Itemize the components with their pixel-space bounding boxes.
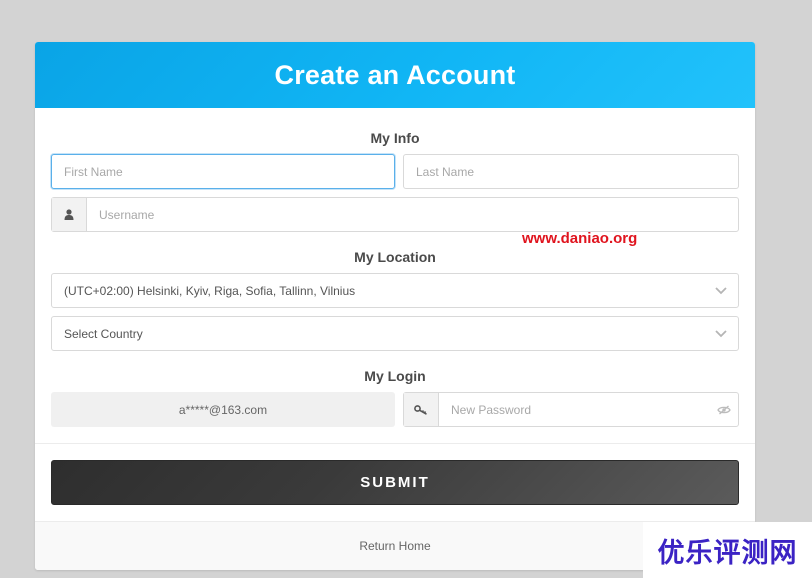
watermark-url-text: www.daniao.org: [522, 230, 638, 247]
first-name-input[interactable]: [52, 155, 394, 188]
timezone-select[interactable]: (UTC+02:00) Helsinki, Kyiv, Riga, Sofia,…: [51, 273, 739, 308]
eye-slash-icon[interactable]: [711, 405, 738, 415]
return-home-link[interactable]: Return Home: [359, 539, 430, 553]
signup-card: Create an Account My Info My Location (U…: [35, 42, 755, 570]
password-field[interactable]: [403, 392, 739, 427]
card-header: Create an Account: [35, 42, 755, 108]
section-title-my-login: My Login: [364, 368, 426, 384]
country-selected-value: Select Country: [64, 326, 143, 341]
email-display: a*****@163.com: [51, 392, 395, 427]
username-field[interactable]: [51, 197, 739, 232]
first-name-field[interactable]: [51, 154, 395, 189]
page-title: Create an Account: [274, 59, 516, 90]
last-name-input[interactable]: [404, 155, 738, 188]
watermark-cn-text: 优乐评测网: [643, 522, 812, 578]
chevron-down-icon: [704, 286, 738, 295]
new-password-input[interactable]: [439, 393, 711, 426]
timezone-selected-value: (UTC+02:00) Helsinki, Kyiv, Riga, Sofia,…: [64, 283, 356, 298]
country-select[interactable]: Select Country: [51, 316, 739, 351]
section-title-my-location: My Location: [354, 249, 436, 265]
section-divider: [35, 443, 755, 444]
submit-button[interactable]: SUBMIT: [51, 460, 739, 505]
chevron-down-icon: [704, 329, 738, 338]
user-icon: [52, 198, 87, 231]
username-input[interactable]: [87, 198, 738, 231]
key-icon: [404, 393, 439, 426]
section-title-my-info: My Info: [370, 130, 420, 146]
last-name-field[interactable]: [403, 154, 739, 189]
